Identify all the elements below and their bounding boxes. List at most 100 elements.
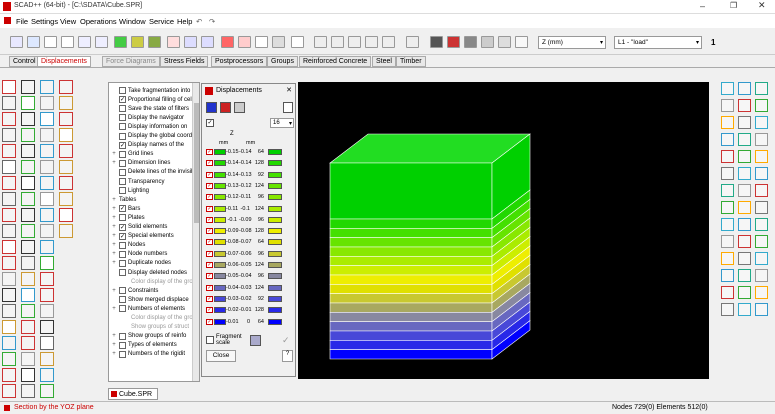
tool-icon[interactable] bbox=[721, 150, 734, 163]
fragment-scale-checkbox[interactable] bbox=[206, 336, 214, 344]
tree-item[interactable]: Show groups of struct bbox=[111, 323, 193, 332]
tool-icon[interactable] bbox=[721, 201, 734, 214]
tool-icon[interactable] bbox=[21, 208, 35, 222]
tree-item[interactable]: Display deleted nodes bbox=[111, 268, 193, 277]
isolines-icon[interactable] bbox=[184, 36, 197, 48]
tool-icon[interactable] bbox=[21, 304, 35, 318]
tool-icon[interactable] bbox=[21, 112, 35, 126]
menu-operations[interactable]: Operations bbox=[80, 17, 117, 26]
tree-item-checkbox[interactable]: ✓ bbox=[119, 205, 126, 213]
menu-settings[interactable]: Settings bbox=[31, 17, 58, 26]
scrollbar-thumb[interactable] bbox=[194, 103, 199, 223]
legend-row-checkbox[interactable]: ✓ bbox=[206, 262, 213, 268]
expand-icon[interactable]: + bbox=[111, 215, 117, 221]
view-tool-2-icon[interactable] bbox=[331, 36, 344, 48]
tree-item[interactable]: Display information on bbox=[111, 122, 193, 131]
expand-icon[interactable]: + bbox=[111, 242, 117, 248]
count-select[interactable]: 16 ▾ bbox=[270, 118, 294, 128]
tab-force-diagrams[interactable]: Force Diagrams bbox=[102, 56, 160, 67]
copy-icon[interactable] bbox=[283, 102, 293, 113]
tree-item-checkbox[interactable] bbox=[119, 341, 126, 349]
tool-icon[interactable] bbox=[40, 336, 54, 350]
tool-icon[interactable] bbox=[738, 116, 751, 129]
tree-item[interactable]: Show merged displace bbox=[111, 295, 193, 304]
tool-icon[interactable] bbox=[721, 269, 734, 282]
legend-row-checkbox[interactable]: ✓ bbox=[206, 273, 213, 280]
palette-red-icon[interactable] bbox=[220, 102, 231, 113]
tool-icon[interactable] bbox=[738, 99, 751, 112]
tree-item-checkbox[interactable] bbox=[119, 296, 126, 304]
app-menu-icon[interactable] bbox=[4, 17, 11, 24]
tool-icon[interactable] bbox=[738, 150, 751, 163]
tree-item[interactable]: Save the state of filters bbox=[111, 104, 193, 113]
frame-tool-icon[interactable] bbox=[27, 36, 40, 48]
apply-check-icon[interactable]: ✓ bbox=[282, 335, 290, 346]
expand-icon[interactable]: + bbox=[111, 251, 117, 257]
expand-icon[interactable]: + bbox=[111, 224, 117, 230]
tool-icon[interactable] bbox=[738, 303, 751, 316]
close-icon[interactable]: ✕ bbox=[758, 0, 766, 11]
tool-icon[interactable] bbox=[40, 272, 54, 286]
tool-icon[interactable] bbox=[40, 224, 54, 238]
tool-icon[interactable] bbox=[721, 286, 734, 299]
tool-icon[interactable] bbox=[755, 150, 768, 163]
tool-icon[interactable] bbox=[2, 160, 16, 174]
maximize-icon[interactable]: ❐ bbox=[730, 1, 737, 10]
tool-icon[interactable] bbox=[40, 256, 54, 270]
tool-icon[interactable] bbox=[2, 336, 16, 350]
tool-icon[interactable] bbox=[755, 167, 768, 180]
tree-item[interactable]: Take fragmentation into bbox=[111, 86, 193, 95]
tool-icon[interactable] bbox=[2, 352, 16, 366]
tree-item-checkbox[interactable] bbox=[119, 214, 126, 222]
tree-item[interactable]: + Nodes bbox=[111, 241, 193, 250]
tool-icon[interactable] bbox=[21, 160, 35, 174]
expand-icon[interactable]: + bbox=[111, 342, 117, 348]
tool-icon[interactable] bbox=[755, 303, 768, 316]
tool-icon[interactable] bbox=[21, 336, 35, 350]
legend-row-checkbox[interactable]: ✓ bbox=[206, 284, 213, 291]
tree-item[interactable]: + ✓ Special elements bbox=[111, 232, 193, 241]
red-tool-icon[interactable] bbox=[221, 36, 234, 48]
text-tool-icon[interactable] bbox=[291, 36, 304, 48]
tool-icon[interactable] bbox=[21, 384, 35, 398]
tool-icon[interactable] bbox=[2, 320, 16, 334]
legend-row-checkbox[interactable]: ✓ bbox=[206, 205, 213, 212]
deform-icon[interactable] bbox=[238, 36, 251, 48]
tool-icon[interactable] bbox=[738, 184, 751, 197]
tool-icon[interactable] bbox=[755, 235, 768, 248]
tool-icon[interactable] bbox=[59, 160, 73, 174]
tree-item-checkbox[interactable] bbox=[119, 250, 126, 258]
tool-icon[interactable] bbox=[40, 288, 54, 302]
tree-item-checkbox[interactable] bbox=[119, 87, 126, 94]
tool-icon[interactable] bbox=[21, 80, 35, 94]
tool-icon[interactable] bbox=[2, 208, 16, 222]
legend-row-checkbox[interactable]: ✓ bbox=[206, 239, 213, 246]
help-icon[interactable]: ? bbox=[282, 350, 293, 362]
report-icon[interactable] bbox=[481, 36, 494, 48]
tab-displacements[interactable]: Displacements bbox=[37, 56, 91, 67]
tree-item[interactable]: + ✓ Solid elements bbox=[111, 223, 193, 232]
window-close-icon[interactable]: ✕ bbox=[286, 86, 292, 94]
tool-icon[interactable] bbox=[40, 128, 54, 142]
tool-icon[interactable] bbox=[2, 256, 16, 270]
tool-icon[interactable] bbox=[40, 320, 54, 334]
tree-item[interactable]: Display the navigator bbox=[111, 113, 193, 122]
tree-item-checkbox[interactable]: ✓ bbox=[119, 141, 126, 149]
palette-icon[interactable] bbox=[206, 102, 217, 113]
legend-color-swatch[interactable] bbox=[214, 149, 226, 155]
legend-color-swatch[interactable] bbox=[214, 182, 226, 189]
legend-color-swatch[interactable] bbox=[214, 160, 226, 167]
tool-icon[interactable] bbox=[738, 269, 751, 282]
tool-icon[interactable] bbox=[2, 272, 16, 286]
expand-icon[interactable]: + bbox=[111, 351, 117, 357]
menu-help[interactable]: Help bbox=[177, 17, 192, 26]
expand-icon[interactable]: + bbox=[111, 160, 117, 166]
expand-icon[interactable]: + bbox=[111, 288, 117, 294]
tool-icon[interactable] bbox=[2, 224, 16, 238]
model-viewport[interactable] bbox=[298, 82, 709, 379]
tool-icon[interactable] bbox=[755, 82, 768, 95]
tree-item-checkbox[interactable] bbox=[119, 132, 126, 140]
tool-icon[interactable] bbox=[2, 144, 16, 158]
view-tool-3-icon[interactable] bbox=[348, 36, 361, 48]
tool-icon[interactable] bbox=[59, 192, 73, 206]
